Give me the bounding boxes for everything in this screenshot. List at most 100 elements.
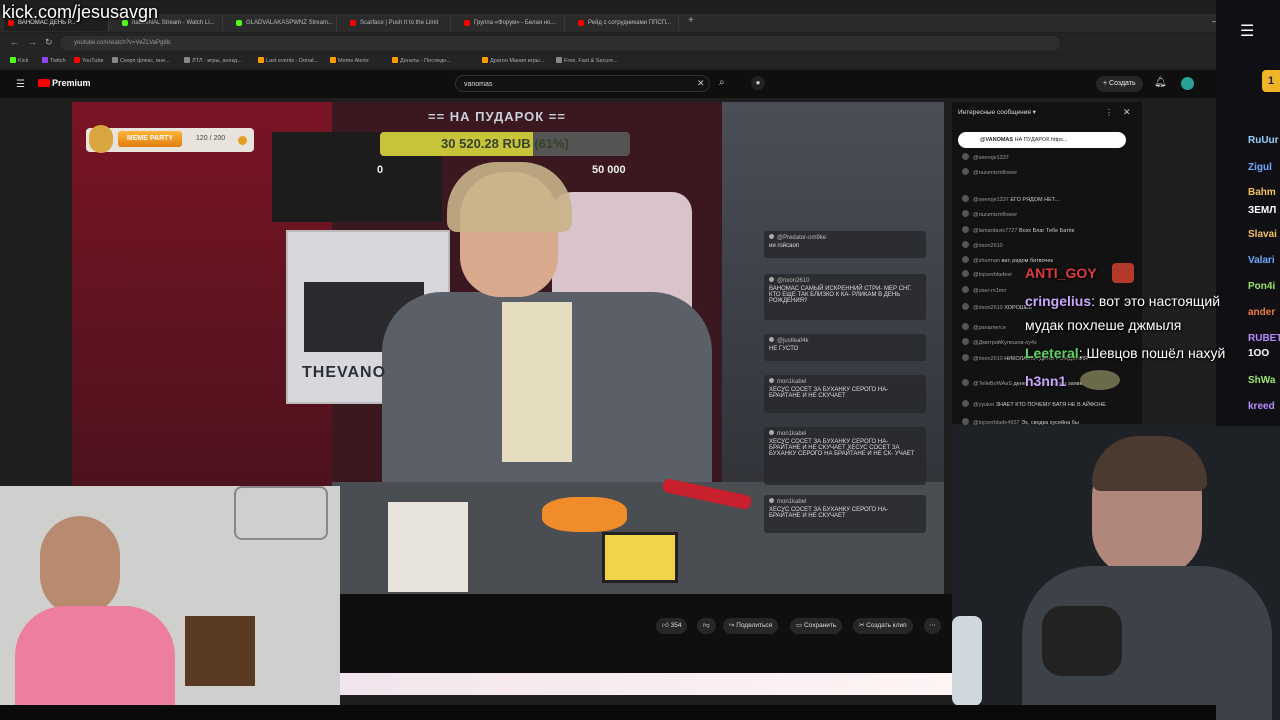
youtube-play-icon [38,79,50,87]
kick-chat-username: Zigul [1248,162,1272,173]
new-tab-icon[interactable]: + [688,15,694,26]
person-hair [1092,436,1207,491]
like-button[interactable]: 👍︎ 354 [656,618,688,634]
chat-message: @lamardavis7727 Всех Благ Тебе Батёк [962,226,1074,234]
bookmark-label: Донаты - Последн... [400,58,451,64]
shelf [185,616,255,686]
bookmark-label: ЛТЛ - игры, анекд... [192,58,242,64]
channel-url-overlay: kick.com/jesusavgn [2,2,159,22]
chat-message: @topserbladeer [962,270,1012,278]
bookmark[interactable]: Last events - Donat... [258,57,318,64]
search-icon[interactable]: ⌕ [719,77,725,88]
bookmark[interactable]: Meme Alerts [330,57,369,64]
page-banner [340,673,952,695]
tangerine-peel [542,497,627,532]
pinned-message[interactable]: @VANOMAS НА ПУДАРОК https... [958,132,1126,148]
chat-text: ЕГО РЯДОМ НЕТ... [1010,197,1060,203]
forward-icon[interactable]: → [28,37,37,47]
video-chat-message: mon1kabel ХЕСУС СОСЕТ ЗА БУХАНКУ СЕРОГО Н… [764,375,926,413]
chat-user: @rixon2610 [973,356,1003,362]
microphone-icon[interactable]: ● [751,76,765,90]
chat-text: ЗНАЕТ КТО ПОЧЕМУ БАТЯ НЕ В АЙФОНЕ [995,402,1106,408]
youtube-logo-text: Premium [52,78,91,88]
kick-favicon-icon [236,20,242,26]
bookmark[interactable]: ЛТЛ - игры, анекд... [184,57,242,64]
kick-chat-username: Bahm [1248,187,1276,198]
pinned-text: НА ПУДАРОК https... [1014,137,1068,143]
video-chat-message: mon1kabel ХЕСУС СОСЕТ ЗА БУХАНКУ СЕРОГО Н… [764,427,926,485]
browser-tab[interactable]: Scarface | Push It to the Limit [346,15,451,31]
notifications-bell-icon[interactable]: 🔔︎ [1154,77,1167,88]
meme-party-count: 120 / 200 [196,135,226,142]
search-input[interactable]: vanomas [455,75,710,92]
chat-mode-select[interactable]: Интересные сообщения [958,109,1031,116]
clear-search-icon[interactable]: ✕ [697,78,705,89]
chat-user: @justleaf4k [769,337,921,344]
url-field[interactable]: youtube.com/watch?v=VeZLVaPg8lc [60,36,1060,50]
kick-chat-username: 1ОО [1248,348,1270,359]
share-button[interactable]: ↪ Поделиться [723,618,779,634]
reload-icon[interactable]: ↻ [45,37,53,48]
video-chat-message: mon1kabel ХЕСУС СОСЕТ ЗА БУХАНКУ СЕРОГО Н… [764,495,926,533]
chat-message: @panamerce [962,323,1006,331]
kick-chat-user: h3nn1 [1025,373,1067,389]
back-icon[interactable]: ← [10,37,19,47]
kick-chat-username: RuUur [1248,135,1279,146]
bookmark[interactable]: Скорп флекс, вне... [112,57,170,64]
bookmarks-bar: Kick Twitch YouTube Скорп флекс, вне... … [0,54,1216,68]
chat-header: Интересные сообщения ▾ [958,109,1036,116]
thumbs-up-icon: 👍︎ [662,622,669,629]
save-button[interactable]: ▭ Сохранить [790,618,843,634]
bookmark-icon [74,57,80,63]
youtube-favicon-icon [578,20,584,26]
kick-chat-username: ander [1248,307,1276,318]
chat-message: @shurman ват, ридом битвочек [962,256,1053,264]
bookmark[interactable]: Twitch [42,57,66,64]
webcam-right [952,426,1280,720]
bookmark[interactable]: Free, Fast & Secure... [556,57,618,64]
chat-text: ват, ридом битвочек [1001,258,1053,264]
close-chat-icon[interactable]: ✕ [1123,107,1131,118]
chat-more-icon[interactable]: ⋮ [1105,108,1113,117]
dislike-button[interactable]: 👎︎ [697,618,716,634]
hamburger-menu-icon[interactable]: ☰ [16,79,25,90]
yellow-box [602,532,678,583]
chat-text: Всех Благ Тебе Батёк [1018,228,1075,234]
chat-user: @rixon2610 [769,277,921,284]
tab-label: GLADVALAKASPWNZ Stream... [246,20,333,26]
chat-user: @topserbladeer [973,272,1013,278]
more-actions-button[interactable]: ⋯ [924,618,941,634]
browser-tab[interactable]: Рейд с сотрудниками ППСП... [574,15,679,31]
kick-chat-line: ANTI_GOY [1025,265,1097,281]
chat-user: @razumizmflower [973,212,1018,218]
create-button[interactable]: + Создать [1096,76,1143,92]
bookmark[interactable]: YouTube [74,57,104,64]
create-label: Создать [1109,80,1136,87]
browser-tab[interactable]: GLADVALAKASPWNZ Stream... [232,15,337,31]
avatar[interactable] [1181,77,1194,90]
kick-chat-text: мудак похлеше джмыля [1025,317,1182,333]
video-chat-message: @Predator-om9ke ии гойсаоп [764,231,926,258]
bookmark-icon [482,57,488,63]
menu-icon[interactable]: ☰ [1240,24,1256,40]
bookmark[interactable]: Kick [10,57,28,64]
bookmark[interactable]: Донаты - Последн... [392,57,451,64]
video-chat-message: @rixon2610 ВАНОМАС САМЫЙ ИСКРЕННИЙ СТРИ- … [764,274,926,320]
tab-label: Scarface | Push It to the Limit [360,20,439,26]
more-icon: ⋯ [929,622,936,629]
donation-amount: 30 520.28 RUB (61%) [441,136,569,151]
bookmark-icon [258,57,264,63]
chat-user: @razumizmflower [973,170,1018,176]
chat-message: @razumizmflower [962,168,1017,176]
youtube-logo[interactable]: Premium [38,78,91,88]
share-label: Поделиться [736,622,773,629]
chat-user: mon1kabel [769,498,921,505]
chat-message: @rixon2610 ХОРОШЕЕ [962,303,1032,311]
save-label: Сохранить [803,622,837,629]
like-count: 354 [670,622,682,629]
kick-chat-user: ANTI_GOY [1025,265,1097,281]
clip-button[interactable]: ✂ Создать клип [853,618,913,634]
water-bottle [952,616,982,706]
browser-tab[interactable]: Группа «Форум» - Белая но... [460,15,565,31]
bookmark[interactable]: Драгон Мания игры... [482,57,544,64]
